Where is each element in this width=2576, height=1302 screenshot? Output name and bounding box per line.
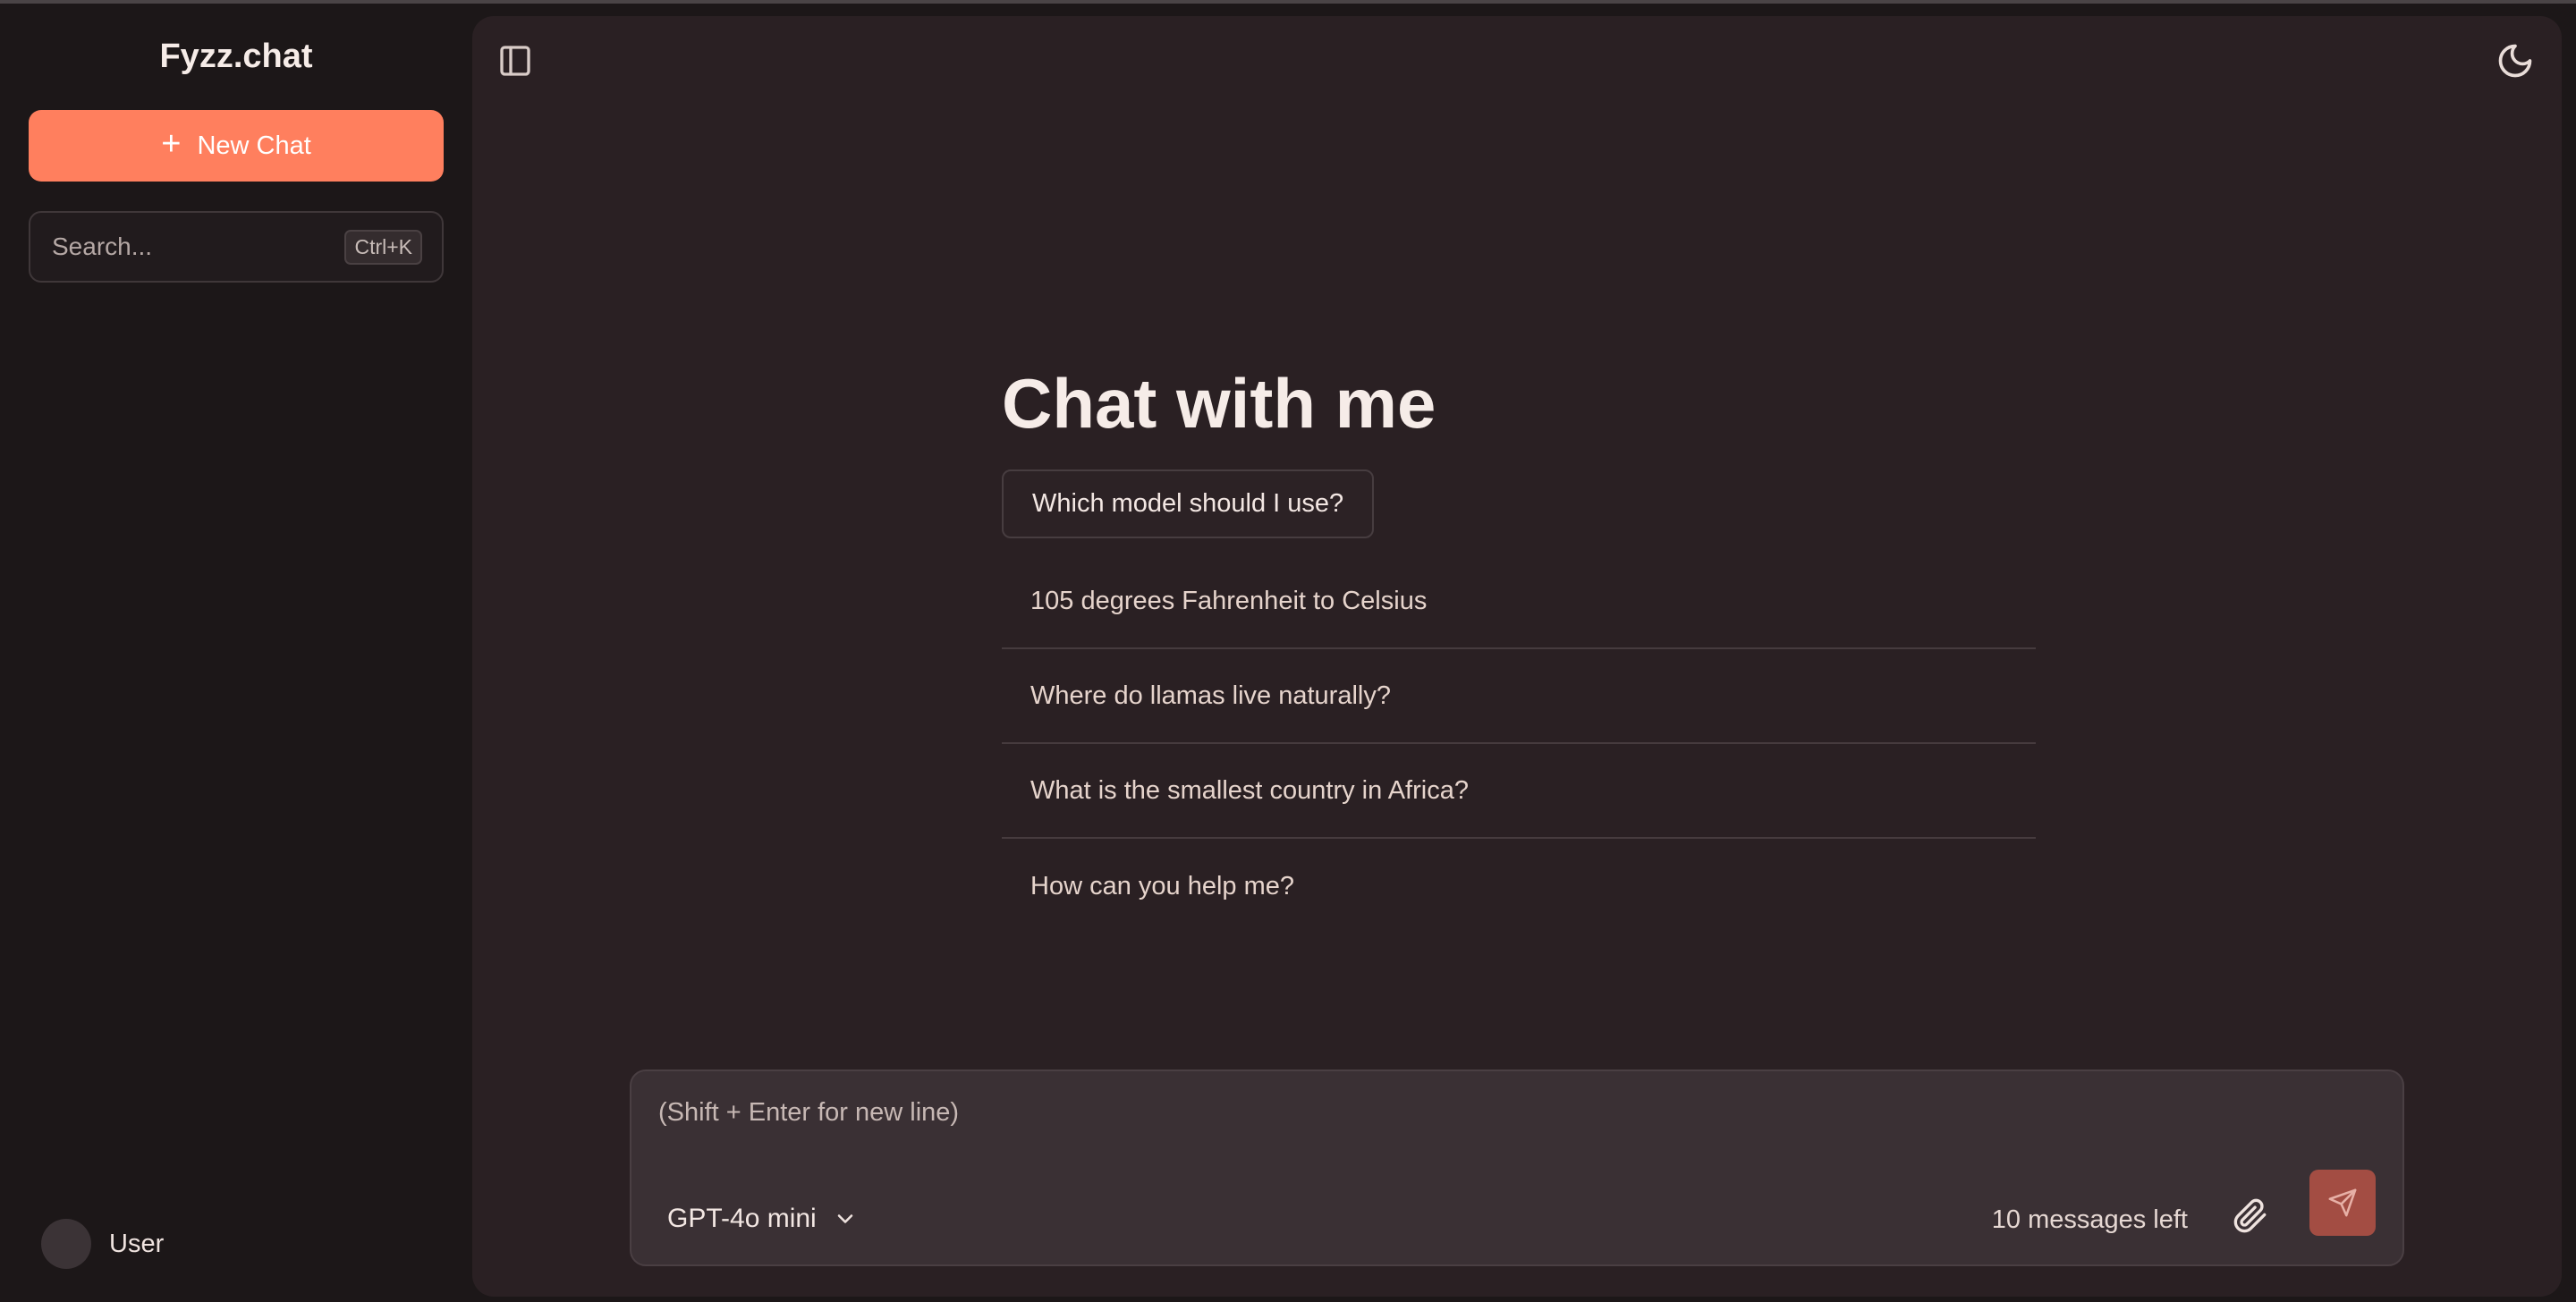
user-name: User (109, 1229, 165, 1258)
attach-button[interactable] (2233, 1198, 2272, 1238)
search-shortcut-badge: Ctrl+K (344, 229, 422, 265)
new-chat-label: New Chat (197, 131, 311, 160)
paperclip-icon (2233, 1198, 2267, 1233)
search-input[interactable] (52, 232, 320, 261)
theme-toggle-button[interactable] (2496, 41, 2535, 80)
page-title: Chat with me (1002, 364, 1436, 443)
user-profile[interactable]: User (41, 1219, 164, 1269)
send-button[interactable] (2309, 1170, 2376, 1236)
welcome-section: Chat with me Which model should I use? 1… (1002, 363, 2036, 934)
model-selector-label: GPT-4o mini (667, 1204, 817, 1233)
messages-left-counter: 10 messages left (1991, 1205, 2188, 1234)
new-chat-button[interactable]: + New Chat (29, 110, 444, 182)
model-question-button[interactable]: Which model should I use? (1002, 469, 1375, 538)
suggestion-item[interactable]: 105 degrees Fahrenheit to Celsius (1002, 554, 2036, 649)
chat-panel: Chat with me Which model should I use? 1… (472, 16, 2562, 1297)
suggestion-list: 105 degrees Fahrenheit to Celsius Where … (1002, 554, 2036, 934)
model-selector[interactable]: GPT-4o mini (667, 1204, 858, 1234)
plus-icon: + (161, 125, 182, 163)
brand-title: Fyzz.chat (159, 38, 313, 75)
sidebar-toggle-icon (500, 46, 530, 76)
sidebar-toggle-button[interactable] (497, 43, 533, 79)
chevron-down-icon (837, 1214, 853, 1223)
send-icon (2328, 1188, 2357, 1217)
message-composer: GPT-4o mini 10 messages left (630, 1070, 2404, 1266)
suggestion-item[interactable]: Where do llamas live naturally? (1002, 649, 2036, 744)
search-box: Ctrl+K (29, 211, 444, 283)
sidebar: Fyzz.chat + New Chat Ctrl+K User (0, 4, 472, 1302)
avatar (41, 1219, 91, 1269)
suggestion-item[interactable]: What is the smallest country in Africa? (1002, 744, 2036, 839)
moon-icon (2498, 44, 2532, 78)
message-input[interactable] (658, 1098, 2358, 1152)
suggestion-item[interactable]: How can you help me? (1002, 839, 2036, 934)
